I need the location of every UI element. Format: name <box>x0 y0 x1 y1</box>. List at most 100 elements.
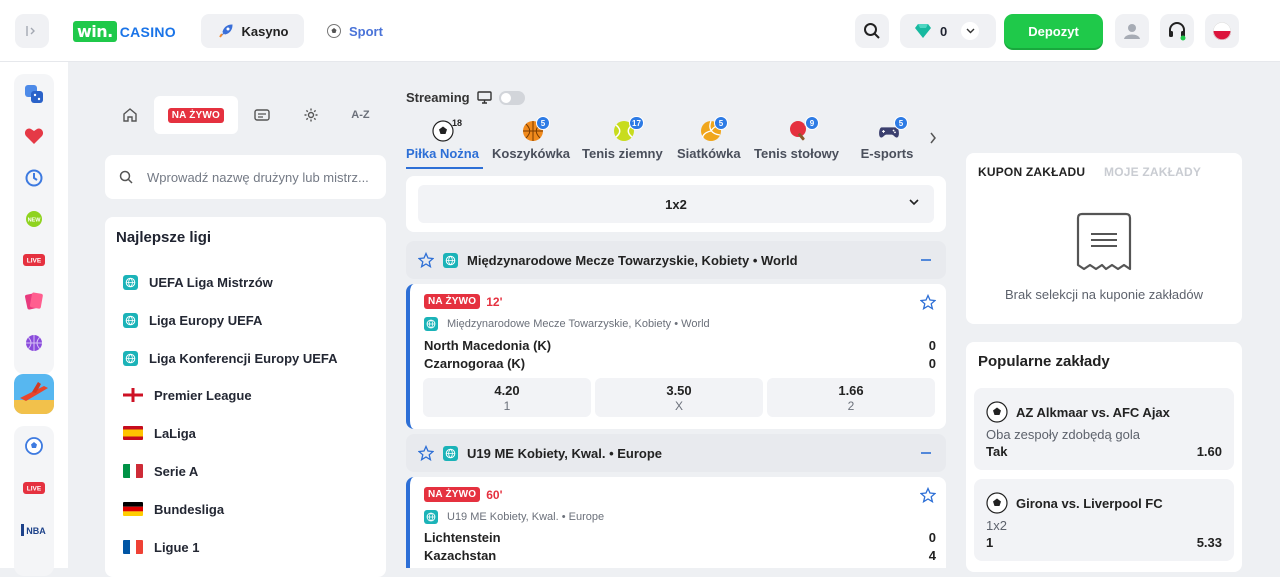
top-leagues-panel: Najlepsze ligi UEFA Liga Mistrzów Liga E… <box>105 217 386 577</box>
league-item[interactable]: Liga Europy UEFA <box>123 308 262 332</box>
site-logo[interactable]: win. CASINO <box>73 21 176 42</box>
league-item[interactable]: Premier League <box>123 383 252 407</box>
league-item[interactable]: UEFA Liga Mistrzów <box>123 270 273 294</box>
language-button[interactable] <box>1205 14 1239 48</box>
nav-sport-label: Sport <box>349 23 383 39</box>
tab-basketball[interactable]: 5 Koszykówka <box>492 116 574 168</box>
basketball-icon[interactable] <box>14 329 54 357</box>
support-button[interactable] <box>1160 14 1194 48</box>
streaming-toggle[interactable] <box>498 90 525 105</box>
tab-settings[interactable] <box>287 96 336 134</box>
tab-live[interactable]: NA ŻYWO <box>154 96 238 134</box>
deposit-button[interactable]: Depozyt <box>1004 14 1103 48</box>
gear-icon <box>304 108 318 122</box>
user-account-button[interactable] <box>1115 14 1149 48</box>
league-item[interactable]: Serie A <box>123 459 198 483</box>
football-icon[interactable] <box>14 432 54 460</box>
team-search-input[interactable] <box>147 169 382 185</box>
popular-bet-match-name: Girona vs. Liverpool FC <box>1016 495 1163 511</box>
nav-casino-button[interactable]: Kasyno <box>201 14 304 48</box>
home-score: 0 <box>928 530 936 545</box>
popular-bet-odd[interactable]: 1.60 <box>1197 444 1222 459</box>
nav-sport-link[interactable]: Sport <box>326 14 383 48</box>
dice-icon[interactable] <box>14 80 54 108</box>
popular-bet-card[interactable]: Girona vs. Liverpool FC 1x2 1 5.33 <box>974 479 1234 561</box>
league-item[interactable]: Ligue 1 <box>123 535 200 559</box>
odd-button-2[interactable]: 1.66 2 <box>767 378 935 417</box>
event-card[interactable]: NA ŻYWO 60' U19 ME Kobiety, Kwal. • Euro… <box>406 477 946 568</box>
star-icon[interactable] <box>418 252 434 268</box>
icon-rail: NEW LIVE LIVE NBA <box>0 62 68 576</box>
history-icon[interactable] <box>14 164 54 192</box>
league-item[interactable]: LaLiga <box>123 421 196 445</box>
league-name: Serie A <box>154 463 199 479</box>
nba-icon[interactable]: NBA <box>14 516 54 544</box>
tab-ticket[interactable] <box>238 96 287 134</box>
sport-name: Tenis stołowy <box>754 146 839 161</box>
odd-button-x[interactable]: 3.50 X <box>595 378 763 417</box>
popular-bet-odd[interactable]: 5.33 <box>1197 535 1222 550</box>
popular-bet-match: AZ Alkmaar vs. AFC Ajax <box>986 401 1170 423</box>
search-button[interactable] <box>855 14 889 48</box>
game-thumbnail-icon[interactable] <box>14 374 54 414</box>
cards-icon[interactable] <box>14 287 54 315</box>
tab-football[interactable]: 18 Piłka Nożna <box>406 116 483 169</box>
tab-esports[interactable]: 5 E-sports <box>856 116 922 168</box>
spain-flag-icon <box>123 426 143 440</box>
chevron-down-icon <box>909 199 919 206</box>
nav-casino-label: Kasyno <box>241 23 289 39</box>
collapse-minus-icon[interactable] <box>920 443 932 461</box>
bet-slip-panel: KUPON ZAKŁADU MOJE ZAKŁADY Brak selekcji… <box>966 153 1242 324</box>
tab-tennis[interactable]: 17 Tenis ziemny <box>582 116 669 168</box>
tab-bet-slip[interactable]: KUPON ZAKŁADU <box>978 165 1085 179</box>
league-name: Liga Konferencji Europy UEFA <box>149 350 338 366</box>
event-count: 5 <box>894 116 908 130</box>
tab-home[interactable] <box>105 96 154 134</box>
popular-bet-card[interactable]: AZ Alkmaar vs. AFC Ajax Oba zespoły zdob… <box>974 388 1234 470</box>
league-name: UEFA Liga Mistrzów <box>149 274 273 290</box>
poland-flag-icon <box>1213 22 1231 40</box>
event-league: Międzynarodowe Mecze Towarzyskie, Kobiet… <box>424 317 710 331</box>
tab-my-bets[interactable]: MOJE ZAKŁADY <box>1104 165 1201 179</box>
star-icon[interactable] <box>920 294 936 310</box>
league-name: Ligue 1 <box>154 539 200 555</box>
odd-button-1[interactable]: 4.20 1 <box>423 378 591 417</box>
league-item[interactable]: Liga Konferencji Europy UEFA <box>123 346 338 370</box>
soccer-ball-icon <box>986 492 1008 514</box>
globe-icon <box>123 350 138 366</box>
new-badge-icon[interactable]: NEW <box>14 205 54 233</box>
balance-dropdown[interactable]: 0 <box>900 14 996 48</box>
new-label: NEW <box>28 218 42 224</box>
team-search <box>105 155 386 199</box>
sport-filter-tabs: NA ŻYWO A-Z <box>105 96 385 134</box>
collapse-minus-icon[interactable] <box>920 250 932 268</box>
live-badge-icon[interactable]: LIVE <box>14 246 54 274</box>
globe-icon <box>123 274 138 290</box>
logo-casino: CASINO <box>119 23 176 40</box>
sport-name: Koszykówka <box>492 146 571 161</box>
live-badge-icon[interactable]: LIVE <box>14 474 54 502</box>
ticket-icon <box>254 109 270 121</box>
star-icon[interactable] <box>920 487 936 503</box>
collapse-sidebar-button[interactable] <box>15 14 49 48</box>
market-select[interactable]: 1x2 <box>418 185 934 223</box>
star-icon[interactable] <box>418 445 434 461</box>
chevron-right-icon[interactable] <box>929 132 937 144</box>
league-item[interactable]: Bundesliga <box>123 497 224 521</box>
event-count: 5 <box>536 116 550 130</box>
competition-header[interactable]: Międzynarodowe Mecze Towarzyskie, Kobiet… <box>406 241 946 279</box>
globe-icon <box>443 252 458 268</box>
popular-bet-match-name: AZ Alkmaar vs. AFC Ajax <box>1016 404 1170 420</box>
competition-header[interactable]: U19 ME Kobiety, Kwal. • Europe <box>406 434 946 472</box>
tab-a-z[interactable]: A-Z <box>336 96 385 134</box>
away-team: Kazachstan <box>424 548 497 563</box>
tab-table-tennis[interactable]: 9 Tenis stołowy <box>754 116 847 168</box>
live-label: NA ŻYWO <box>167 107 224 123</box>
streaming-label: Streaming <box>406 90 470 105</box>
popular-bet-selection: Tak <box>986 444 1008 459</box>
globe-icon <box>443 445 458 461</box>
bet-slip-empty-message: Brak selekcji na kuponie zakładów <box>1005 287 1203 302</box>
event-card[interactable]: NA ŻYWO 12' Międzynarodowe Mecze Towarzy… <box>406 284 946 429</box>
heart-icon[interactable] <box>14 122 54 150</box>
tab-volleyball[interactable]: 5 Siatkówka <box>677 116 745 168</box>
